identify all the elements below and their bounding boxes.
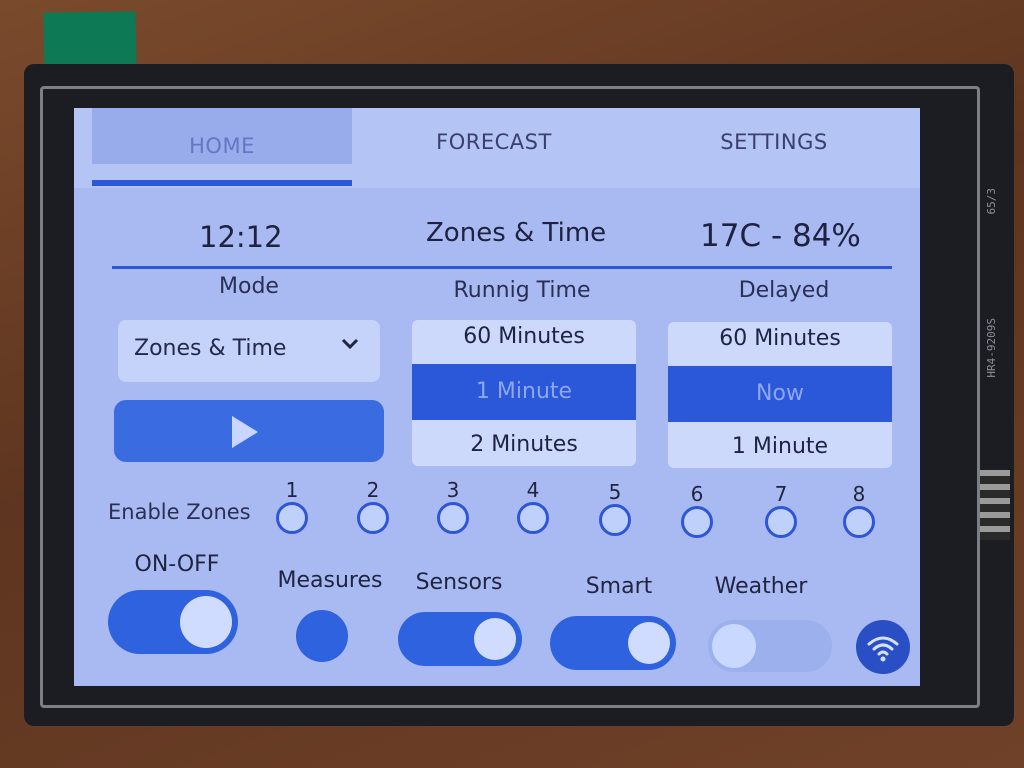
header-divider (112, 266, 892, 269)
pcb-connector (980, 470, 1010, 540)
roller-option[interactable]: 60 Minutes (668, 326, 892, 351)
tab-settings[interactable]: SETTINGS (644, 130, 904, 154)
weather-label: Weather (714, 574, 808, 599)
measures-label: Measures (277, 568, 383, 593)
zone-7[interactable]: 7 (756, 482, 806, 538)
smart-label: Smart (585, 574, 653, 599)
temperature-humidity: 17C - 84% (700, 218, 861, 254)
touch-screen: HOME FORECAST SETTINGS 12:12 Zones & Tim… (74, 108, 920, 686)
play-button[interactable] (114, 400, 384, 462)
zone-3[interactable]: 3 (428, 478, 478, 534)
roller-option[interactable]: 60 Minutes (412, 324, 636, 349)
zone-8[interactable]: 8 (834, 482, 884, 538)
zone-checkbox[interactable] (765, 506, 797, 538)
zone-checkbox[interactable] (843, 506, 875, 538)
tab-home[interactable]: HOME (92, 108, 352, 164)
zone-checkbox[interactable] (276, 502, 308, 534)
zone-number: 7 (774, 482, 788, 506)
measures-button[interactable] (296, 610, 348, 662)
weather-switch[interactable] (708, 620, 832, 672)
switch-knob (474, 618, 516, 660)
wifi-button[interactable] (856, 620, 910, 674)
switch-knob (628, 622, 670, 664)
zone-number: 8 (852, 482, 866, 506)
zone-checkbox[interactable] (599, 504, 631, 536)
enable-zones-label: Enable Zones (108, 500, 251, 524)
clock: 12:12 (199, 220, 283, 254)
zone-number: 4 (526, 478, 540, 502)
roller-option[interactable]: 2 Minutes (412, 432, 636, 457)
zone-6[interactable]: 6 (672, 482, 722, 538)
delayed-label: Delayed (738, 278, 830, 303)
zone-4[interactable]: 4 (508, 478, 558, 534)
zone-number: 1 (285, 478, 299, 502)
sensors-switch[interactable] (398, 612, 522, 666)
switch-knob (712, 624, 756, 668)
page-title: Zones & Time (426, 218, 607, 248)
zone-1[interactable]: 1 (267, 478, 317, 534)
play-icon (232, 416, 258, 448)
delayed-roller[interactable]: 60 Minutes Now 1 Minute (668, 322, 892, 468)
on-off-label: ON-OFF (134, 552, 220, 577)
roller-option-selected[interactable]: Now (668, 366, 892, 422)
tab-bar: HOME FORECAST SETTINGS (74, 108, 920, 188)
zone-number: 6 (690, 482, 704, 506)
pcb-label-2: 65/3 (985, 188, 998, 215)
zone-number: 2 (366, 478, 380, 502)
running-time-label: Runnig Time (453, 278, 591, 303)
running-time-roller[interactable]: 60 Minutes 1 Minute 2 Minutes (412, 320, 636, 466)
zone-2[interactable]: 2 (348, 478, 398, 534)
zone-checkbox[interactable] (357, 502, 389, 534)
tab-forecast[interactable]: FORECAST (364, 130, 624, 154)
pcb-label: HR4-9209S (985, 318, 998, 378)
roller-option-selected[interactable]: 1 Minute (412, 364, 636, 420)
smart-switch[interactable] (550, 616, 676, 670)
zone-checkbox[interactable] (517, 502, 549, 534)
zone-number: 3 (446, 478, 460, 502)
roller-option[interactable]: 1 Minute (668, 434, 892, 459)
on-off-switch[interactable] (108, 590, 238, 654)
mode-label: Mode (219, 274, 279, 299)
zone-number: 5 (608, 480, 622, 504)
switch-knob (180, 596, 232, 648)
active-tab-indicator (92, 180, 352, 186)
zone-5[interactable]: 5 (590, 480, 640, 536)
mode-selected-value: Zones & Time (134, 336, 287, 361)
chevron-down-icon (340, 334, 360, 360)
zone-checkbox[interactable] (681, 506, 713, 538)
sensors-label: Sensors (415, 570, 503, 595)
mode-dropdown[interactable]: Zones & Time (118, 320, 380, 382)
zone-checkbox[interactable] (437, 502, 469, 534)
wifi-icon (856, 636, 910, 678)
